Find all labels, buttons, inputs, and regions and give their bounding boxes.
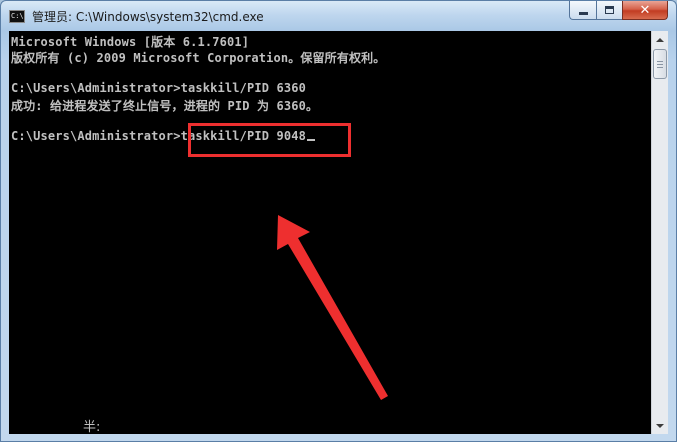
vertical-scrollbar[interactable] — [651, 31, 668, 434]
grip-line — [657, 61, 663, 62]
annotation-arrow — [277, 215, 388, 400]
scroll-up-button[interactable] — [652, 31, 668, 48]
arrow-down-icon — [656, 423, 664, 428]
cmd-window: C:\ 管理员: C:\Windows\system32\cmd.exe ✕ M… — [0, 0, 677, 442]
scroll-down-button[interactable] — [652, 417, 668, 434]
grip-line — [657, 67, 663, 68]
arrow-up-icon — [656, 37, 664, 42]
scroll-thumb[interactable] — [653, 49, 667, 79]
grip-line — [657, 64, 663, 65]
annotation-arrow-shape — [277, 215, 388, 400]
